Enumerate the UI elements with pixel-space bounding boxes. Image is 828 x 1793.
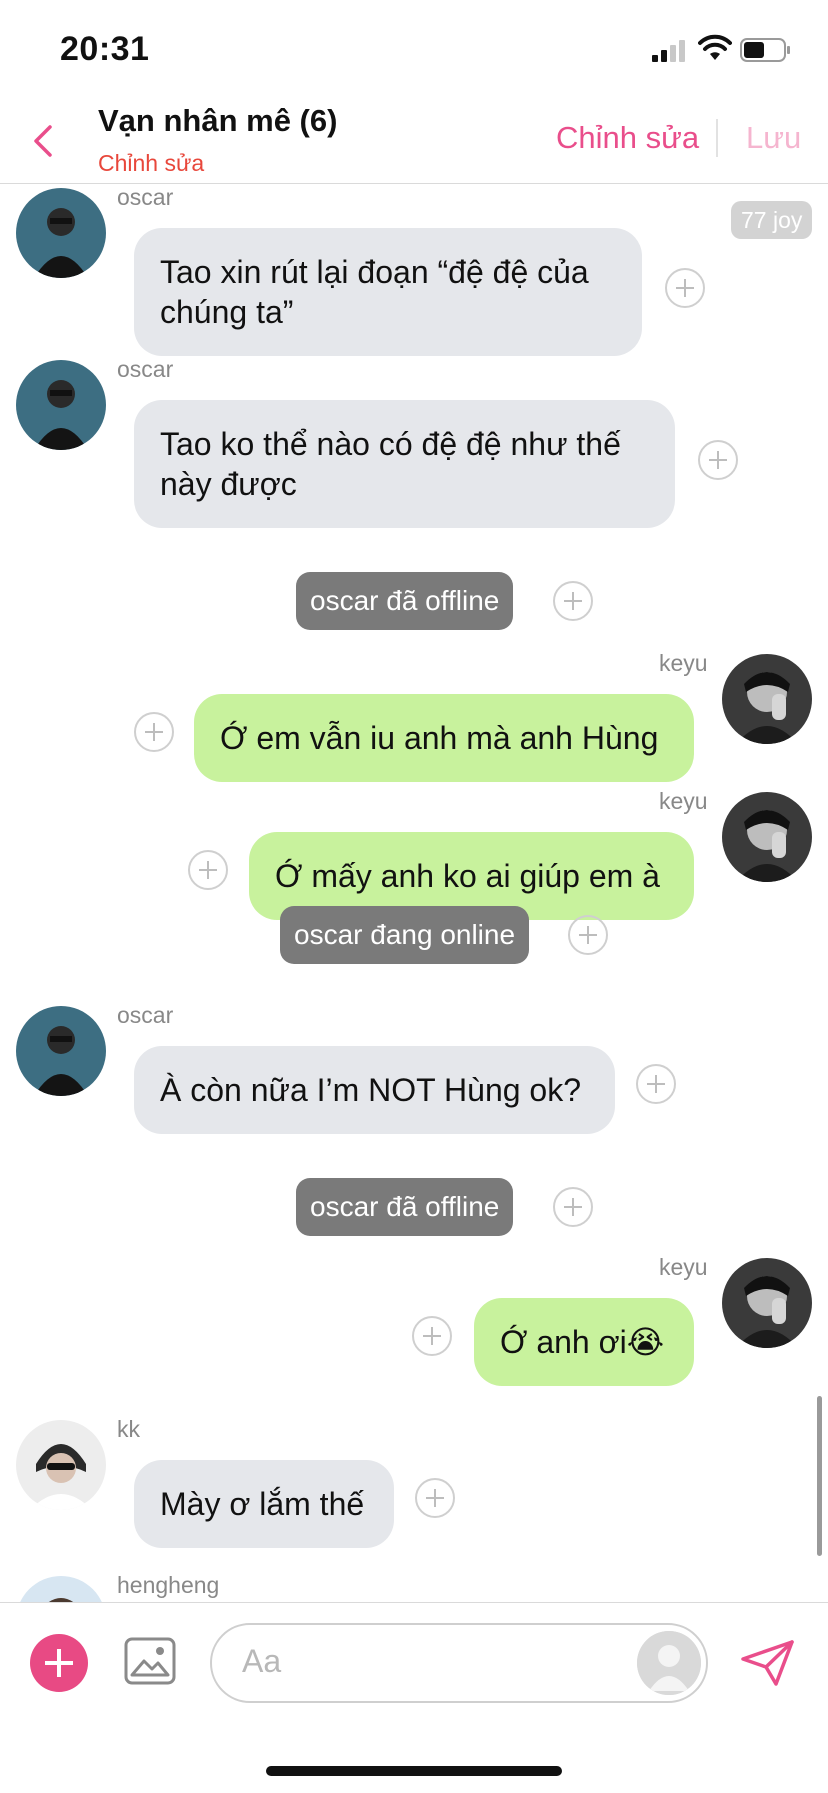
sender-avatar-icon[interactable] xyxy=(637,1631,701,1695)
status-time: 20:31 xyxy=(60,30,150,68)
message-input[interactable]: Aa xyxy=(210,1623,708,1703)
sender-name: keyu xyxy=(659,1254,708,1280)
sender-name: kk xyxy=(117,1416,140,1442)
message-bubble[interactable]: Ớ em vẫn iu anh mà anh Hùng xyxy=(194,694,694,782)
message-input-bar: Aa xyxy=(0,1602,828,1793)
wifi-icon xyxy=(698,34,732,60)
avatar-keyu[interactable] xyxy=(722,654,812,744)
avatar-hengheng[interactable] xyxy=(16,1576,106,1602)
system-status-pill: oscar đã offline xyxy=(296,1178,514,1236)
sender-name: oscar xyxy=(117,1002,174,1028)
avatar-oscar[interactable] xyxy=(16,188,106,278)
back-chevron-icon[interactable] xyxy=(30,121,54,161)
group-title: Vạn nhân mê (6) xyxy=(98,103,338,138)
chat-header: Vạn nhân mê (6) Chỉnh sửa Chỉnh sửa Lưu xyxy=(0,95,828,184)
chat-message-list[interactable]: 77 joy oscar Tao xin rút lại đoạn “đệ đệ… xyxy=(0,184,828,1602)
add-plus-button[interactable] xyxy=(30,1634,88,1692)
send-icon[interactable] xyxy=(740,1639,796,1687)
save-button[interactable]: Lưu xyxy=(746,120,801,156)
battery-icon xyxy=(740,38,790,62)
avatar-keyu[interactable] xyxy=(722,792,812,882)
reaction-add-icon[interactable] xyxy=(553,1187,593,1227)
chat-scrollbar[interactable] xyxy=(817,1396,822,1556)
avatar-kk[interactable] xyxy=(16,1420,106,1510)
status-bar: 20:31 xyxy=(0,0,828,95)
avatar-oscar[interactable] xyxy=(16,1006,106,1096)
sender-name: oscar xyxy=(117,184,174,210)
avatar-oscar[interactable] xyxy=(16,360,106,450)
reaction-add-icon[interactable] xyxy=(412,1316,452,1356)
system-status-pill: oscar đang online xyxy=(280,906,530,964)
sender-name: keyu xyxy=(659,788,708,814)
reaction-add-icon[interactable] xyxy=(553,581,593,621)
edit-button[interactable]: Chỉnh sửa xyxy=(556,120,699,156)
sender-name: oscar xyxy=(117,356,174,382)
reaction-add-icon[interactable] xyxy=(636,1064,676,1104)
reaction-add-icon[interactable] xyxy=(134,712,174,752)
message-bubble[interactable]: Mày ơ lắm thế xyxy=(134,1460,394,1548)
message-bubble[interactable]: Tao ko thể nào có đệ đệ như thế này được xyxy=(134,400,675,528)
message-input-placeholder: Aa xyxy=(242,1643,282,1679)
message-bubble[interactable]: Tao xin rút lại đoạn “đệ đệ của chúng ta… xyxy=(134,228,642,356)
reaction-add-icon[interactable] xyxy=(188,850,228,890)
sender-name: hengheng xyxy=(117,1572,220,1598)
message-bubble[interactable]: Ớ anh ơi😭 xyxy=(474,1298,694,1386)
reaction-add-icon[interactable] xyxy=(568,915,608,955)
image-icon[interactable] xyxy=(124,1637,176,1685)
system-status-pill: oscar đã offline xyxy=(296,572,514,630)
header-divider xyxy=(716,119,718,157)
group-subtitle[interactable]: Chỉnh sửa xyxy=(98,150,204,177)
cellular-signal-icon xyxy=(652,40,685,62)
home-indicator xyxy=(266,1766,562,1776)
message-bubble[interactable]: À còn nữa I’m NOT Hùng ok? xyxy=(134,1046,615,1134)
chat-tag: 77 joy xyxy=(731,201,813,239)
sender-name: keyu xyxy=(659,650,708,676)
reaction-add-icon[interactable] xyxy=(415,1478,455,1518)
avatar-keyu[interactable] xyxy=(722,1258,812,1348)
reaction-add-icon[interactable] xyxy=(698,440,738,480)
reaction-add-icon[interactable] xyxy=(665,268,705,308)
